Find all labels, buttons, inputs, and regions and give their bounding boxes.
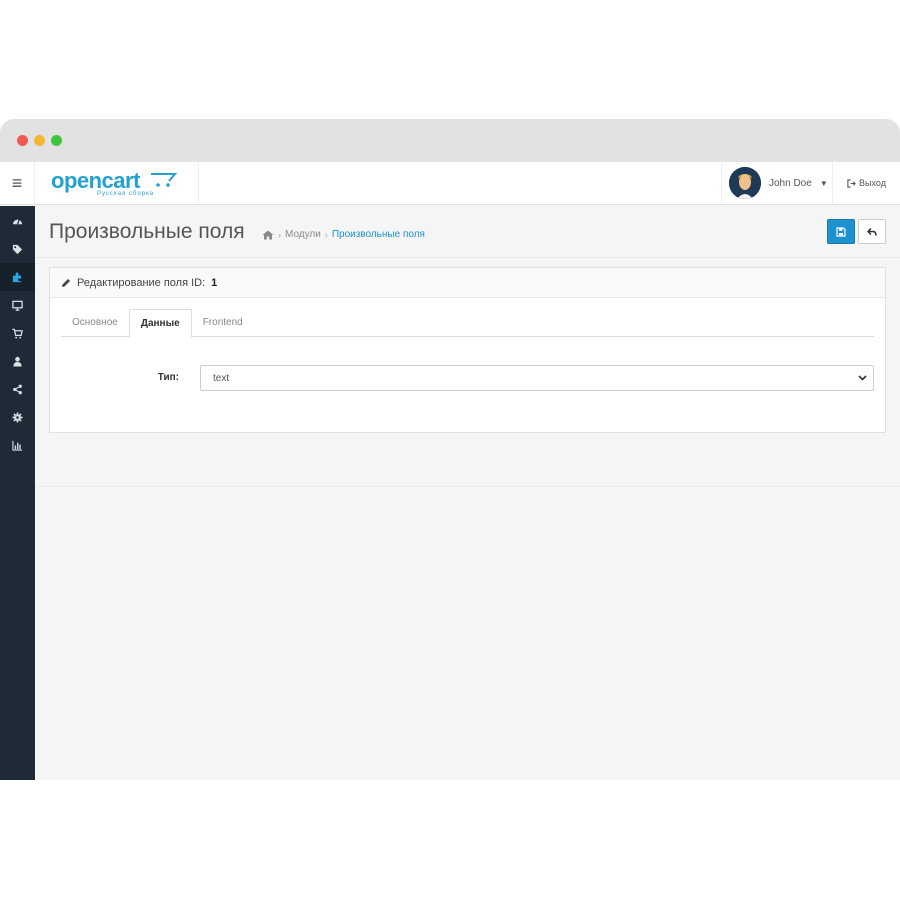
sidebar-item-marketing[interactable] [0,375,35,403]
type-label: Тип: [157,372,179,383]
breadcrumb-modules-link[interactable]: Модули [285,229,321,240]
page-title: Произвольные поля [49,220,245,243]
hamburger-icon: ≡ [11,172,23,193]
chevron-down-icon [858,375,867,381]
edit-field-panel: Редактирование поля ID: 1 Основное Данны… [49,267,886,433]
user-menu[interactable]: John Doe ▼ [721,162,832,204]
top-header: ≡ opencart Русская сборка John Doe ▼ Вых… [0,162,900,205]
reply-icon [867,227,877,236]
breadcrumb: › Модули › Произвольные поля [262,229,425,240]
panel-heading-id: 1 [211,276,218,289]
cog-icon [12,411,23,423]
main-content: Произвольные поля › Модули › Произвольны… [35,206,900,780]
minimize-window-dot[interactable] [34,135,45,146]
bar-chart-icon [12,440,23,451]
panel-heading: Редактирование поля ID: 1 [50,268,885,298]
sidebar-item-system[interactable] [0,403,35,431]
breadcrumb-current-link[interactable]: Произвольные поля [332,229,425,240]
desktop-icon [12,300,23,311]
puzzle-icon [12,271,22,282]
save-icon [836,226,846,237]
breadcrumb-separator: › [324,229,328,240]
browser-window: ≡ opencart Русская сборка John Doe ▼ Вых… [0,119,900,780]
sidebar-item-sales[interactable] [0,319,35,347]
sidebar-item-catalog[interactable] [0,235,35,263]
user-icon [13,356,22,367]
sidebar-item-reports[interactable] [0,431,35,459]
type-form-row: Тип: text [61,365,874,391]
user-name: John Doe [769,177,812,189]
cart-icon [12,328,23,339]
pencil-icon [62,278,70,287]
sidebar-item-customers[interactable] [0,347,35,375]
content-divider [35,486,900,487]
logo-subtitle: Русская сборка [97,191,155,197]
avatar [729,167,761,199]
sidebar-item-dashboard[interactable] [0,207,35,235]
tab-general[interactable]: Основное [61,309,129,337]
page-header: Произвольные поля › Модули › Произвольны… [35,206,900,258]
logo-cart-icon [151,173,178,187]
sidebar-nav [0,206,35,780]
maximize-window-dot[interactable] [51,135,62,146]
tab-data[interactable]: Данные [128,309,192,338]
breadcrumb-separator: › [278,229,281,240]
sidebar-item-extensions[interactable] [0,263,35,291]
window-titlebar [0,119,900,162]
back-button[interactable] [858,219,886,244]
dashboard-icon [12,218,23,224]
tags-icon [12,244,23,254]
save-button[interactable] [827,219,855,244]
menu-toggle-button[interactable]: ≡ [0,162,35,204]
logout-button[interactable]: Выход [832,162,900,204]
close-window-dot[interactable] [17,135,28,146]
avatar-image-icon [729,167,761,199]
sign-out-icon [847,178,856,188]
opencart-logo[interactable]: opencart Русская сборка [35,162,199,204]
tab-frontend[interactable]: Frontend [192,309,254,337]
home-icon[interactable] [262,230,274,240]
tab-bar: Основное Данные Frontend [61,309,874,338]
share-icon [13,384,22,394]
type-select-value: text [213,372,230,384]
caret-down-icon: ▼ [819,178,828,188]
type-select[interactable]: text [200,365,874,391]
panel-heading-text: Редактирование поля ID: [77,276,206,289]
sidebar-item-design[interactable] [0,291,35,319]
logout-label: Выход [859,178,886,188]
